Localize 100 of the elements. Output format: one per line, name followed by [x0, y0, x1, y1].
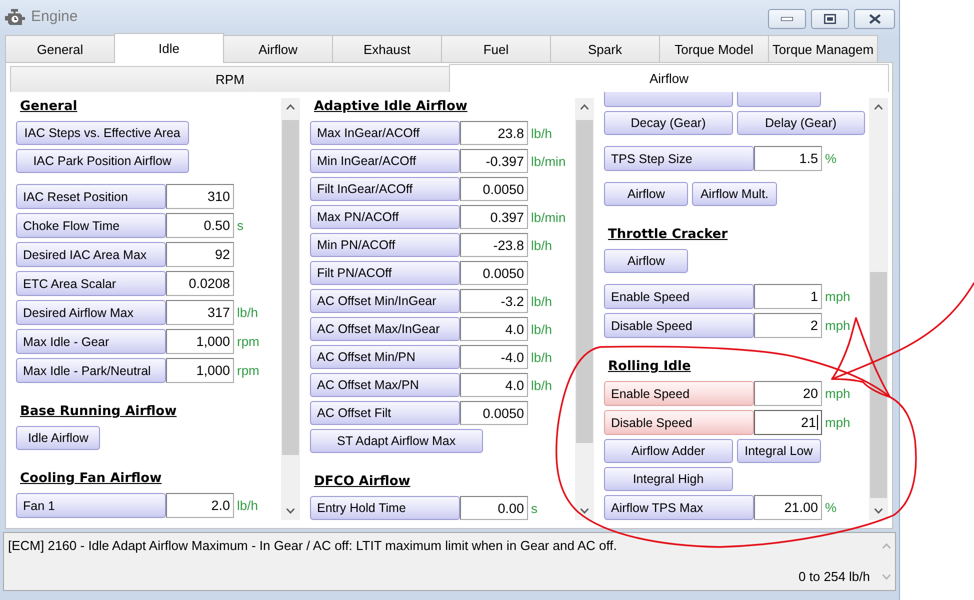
value-field[interactable]: 21 [754, 410, 822, 435]
value-field[interactable]: 1 [754, 284, 822, 309]
action-button[interactable]: Idle Airflow [16, 426, 100, 450]
scroll-up-icon[interactable] [874, 104, 883, 110]
parameter-button[interactable]: TPS Step Size [604, 146, 754, 171]
parameter-button[interactable]: Max InGear/ACOff [310, 121, 460, 145]
tab[interactable]: Exhaust [332, 35, 442, 62]
scrollbar-thumb[interactable] [282, 120, 299, 455]
value-field[interactable]: 21.00 [754, 495, 822, 520]
parameter-button[interactable]: Disable Speed [604, 313, 754, 338]
parameter-button[interactable]: Max Idle - Gear [16, 329, 166, 354]
value-field[interactable]: 0.0050 [460, 261, 528, 285]
parameter-button[interactable]: Desired Airflow Max [16, 300, 166, 325]
tab[interactable]: Fuel [441, 35, 551, 62]
value-field[interactable]: -0.397 [460, 149, 528, 173]
tab[interactable]: Torque Model [659, 35, 769, 62]
value-field[interactable]: 92 [166, 242, 234, 267]
tab[interactable]: Idle [114, 33, 224, 63]
action-button[interactable]: Airflow [604, 249, 688, 273]
value-field[interactable]: -23.8 [460, 233, 528, 257]
scroll-up-icon[interactable] [286, 104, 295, 110]
value-field[interactable]: 4.0 [460, 373, 528, 397]
value-field[interactable]: 20 [754, 381, 822, 406]
text-cursor-icon [817, 415, 818, 430]
maximize-button[interactable] [811, 9, 849, 29]
scrollbar[interactable] [869, 98, 888, 520]
action-button[interactable]: Airflow [604, 182, 688, 206]
scrollbar-thumb[interactable] [870, 272, 887, 498]
tab[interactable]: Torque Managem [768, 35, 878, 62]
parameter-button[interactable]: IAC Reset Position [16, 184, 166, 209]
scrollbar-thumb[interactable] [576, 120, 593, 443]
value-field[interactable]: 2.0 [166, 493, 234, 518]
parameter-button[interactable]: Choke Flow Time [16, 213, 166, 238]
parameter-button[interactable]: Desired IAC Area Max [16, 242, 166, 267]
tab[interactable]: Airflow [223, 35, 333, 62]
parameter-button[interactable]: AC Offset Min/InGear [310, 289, 460, 313]
value-field[interactable]: 0.00 [460, 496, 528, 520]
unit-label: rpm [236, 334, 260, 349]
clipped-button[interactable] [604, 92, 732, 107]
value-field[interactable]: 0.0208 [166, 271, 234, 296]
action-button[interactable]: Integral Low [736, 439, 821, 463]
clipped-button[interactable] [736, 92, 821, 107]
value-field[interactable]: 0.0050 [460, 401, 528, 425]
parameter-button[interactable]: Entry Hold Time [310, 496, 460, 520]
scrollbar[interactable] [281, 98, 300, 520]
action-button[interactable]: IAC Park Position Airflow [16, 149, 189, 173]
parameter-button[interactable]: AC Offset Max/InGear [310, 317, 460, 341]
value-field[interactable]: 317 [166, 300, 234, 325]
value-field[interactable]: 310 [166, 184, 234, 209]
parameter-button[interactable]: Enable Speed [604, 284, 754, 309]
scroll-down-icon[interactable] [874, 508, 883, 514]
parameter-button[interactable]: Filt PN/ACOff [310, 261, 460, 285]
value-field[interactable]: 0.397 [460, 205, 528, 229]
tab[interactable]: Spark [550, 35, 660, 62]
parameter-button[interactable]: Fan 1 [16, 493, 166, 518]
unit-label: lb/min [530, 154, 567, 168]
tab[interactable]: RPM [10, 66, 450, 92]
action-button[interactable]: IAC Steps vs. Effective Area [16, 121, 189, 145]
value-field[interactable]: 0.50 [166, 213, 234, 238]
parameter-button[interactable]: Disable Speed [604, 410, 754, 435]
unit-label: lb/h [236, 498, 259, 513]
action-button[interactable]: ST Adapt Airflow Max [310, 429, 483, 453]
tab[interactable]: Airflow [449, 64, 889, 92]
value-field[interactable]: 0.0050 [460, 177, 528, 201]
value-field[interactable]: -4.0 [460, 345, 528, 369]
unit-label: mph [824, 318, 852, 333]
parameter-button[interactable]: Filt InGear/ACOff [310, 177, 460, 201]
unit-label: lb/h [530, 322, 553, 336]
unit-label: mph [824, 415, 852, 430]
unit-label: lb/h [530, 238, 553, 252]
action-button[interactable]: Decay (Gear) [604, 111, 732, 135]
scroll-up-icon[interactable] [580, 104, 589, 110]
scrollbar[interactable] [575, 98, 594, 520]
value-field[interactable]: -3.2 [460, 289, 528, 313]
parameter-button[interactable]: Airflow TPS Max [604, 495, 754, 520]
parameter-button[interactable]: AC Offset Max/PN [310, 373, 460, 397]
close-button[interactable] [854, 9, 895, 29]
value-field[interactable]: 1,000 [166, 358, 234, 383]
action-button[interactable]: Airflow Mult. [692, 182, 777, 206]
scroll-down-icon[interactable] [580, 508, 589, 514]
parameter-button[interactable]: AC Offset Min/PN [310, 345, 460, 369]
parameter-button[interactable]: Max Idle - Park/Neutral [16, 358, 166, 383]
value-field[interactable]: 23.8 [460, 121, 528, 145]
parameter-button[interactable]: Enable Speed [604, 381, 754, 406]
value-field[interactable]: 4.0 [460, 317, 528, 341]
scroll-down-icon[interactable] [286, 508, 295, 514]
tab[interactable]: General [5, 35, 115, 62]
value-field[interactable]: 1.5 [754, 146, 822, 171]
parameter-button[interactable]: Min InGear/ACOff [310, 149, 460, 173]
action-button[interactable]: Integral High [604, 467, 732, 491]
parameter-button[interactable]: Max PN/ACOff [310, 205, 460, 229]
minimize-button[interactable] [768, 9, 806, 29]
action-button[interactable]: Airflow Adder [604, 439, 732, 463]
value-field[interactable]: 2 [754, 313, 822, 338]
parameter-button[interactable]: ETC Area Scalar [16, 271, 166, 296]
section-heading: Rolling Idle [608, 359, 691, 374]
action-button[interactable]: Delay (Gear) [736, 111, 865, 135]
parameter-button[interactable]: AC Offset Filt [310, 401, 460, 425]
parameter-button[interactable]: Min PN/ACOff [310, 233, 460, 257]
value-field[interactable]: 1,000 [166, 329, 234, 354]
